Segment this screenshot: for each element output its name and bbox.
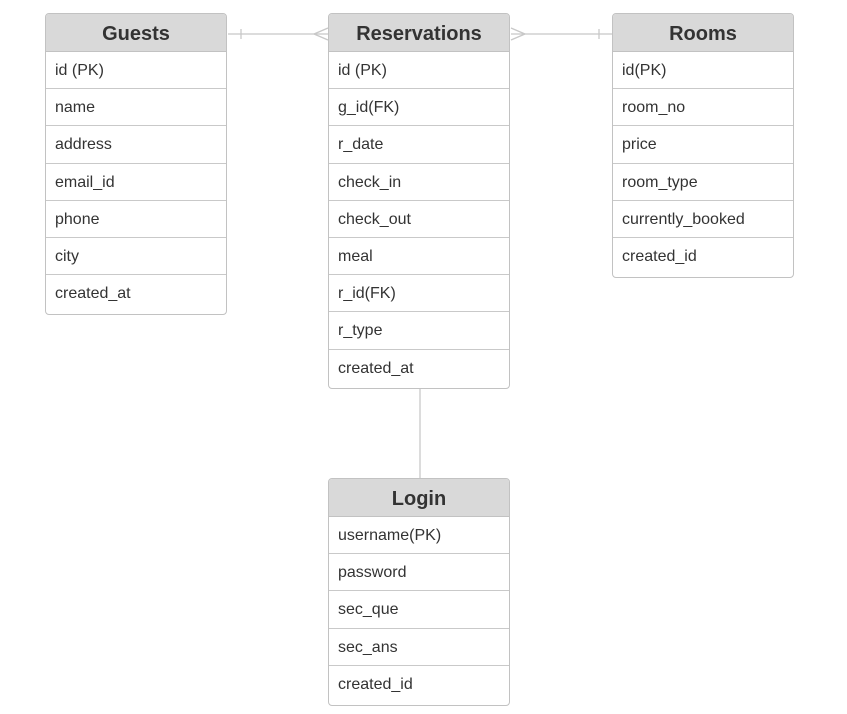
- entity-field: meal: [329, 238, 509, 276]
- entity-field: email_id: [46, 164, 226, 201]
- entity-field: currently_booked: [613, 201, 793, 238]
- entity-field: address: [46, 126, 226, 164]
- entity-field: room_no: [613, 89, 793, 127]
- entity-field: price: [613, 126, 793, 164]
- entity-title: Reservations: [329, 14, 509, 52]
- entity-field: r_date: [329, 126, 509, 164]
- entity-field: id (PK): [329, 52, 509, 90]
- entity-field: password: [329, 554, 509, 592]
- entity-login[interactable]: Login username(PK) password sec_que sec_…: [328, 478, 510, 706]
- entity-title: Login: [329, 479, 509, 517]
- entity-field: created_at: [55, 285, 131, 303]
- entity-field: created_id: [622, 247, 697, 265]
- entity-field: id (PK): [46, 52, 226, 90]
- connector-guests-reservations: [228, 27, 329, 41]
- entity-title: Rooms: [613, 14, 793, 52]
- entity-title: Guests: [46, 14, 226, 52]
- entity-field: id(PK): [613, 52, 793, 90]
- entity-field: g_id(FK): [329, 89, 509, 127]
- entity-field: sec_que: [329, 591, 509, 629]
- entity-field: created_at: [338, 359, 414, 377]
- entity-field: created_id: [338, 675, 413, 693]
- entity-field: name: [46, 89, 226, 127]
- entity-field: username(PK): [329, 517, 509, 555]
- entity-field: check_in: [329, 164, 509, 201]
- entity-field: check_out: [329, 201, 509, 238]
- entity-reservations[interactable]: Reservations id (PK) g_id(FK) r_date che…: [328, 13, 510, 389]
- entity-field: phone: [46, 201, 226, 238]
- entity-field: sec_ans: [329, 629, 509, 666]
- entity-field: r_id(FK): [329, 275, 509, 313]
- entity-field: room_type: [613, 164, 793, 201]
- entity-guests[interactable]: Guests id (PK) name address email_id pho…: [45, 13, 227, 315]
- entity-field: city: [46, 238, 226, 276]
- entity-rooms[interactable]: Rooms id(PK) room_no price room_type cur…: [612, 13, 794, 278]
- connector-reservations-rooms: [510, 27, 612, 41]
- entity-field: r_type: [329, 312, 509, 350]
